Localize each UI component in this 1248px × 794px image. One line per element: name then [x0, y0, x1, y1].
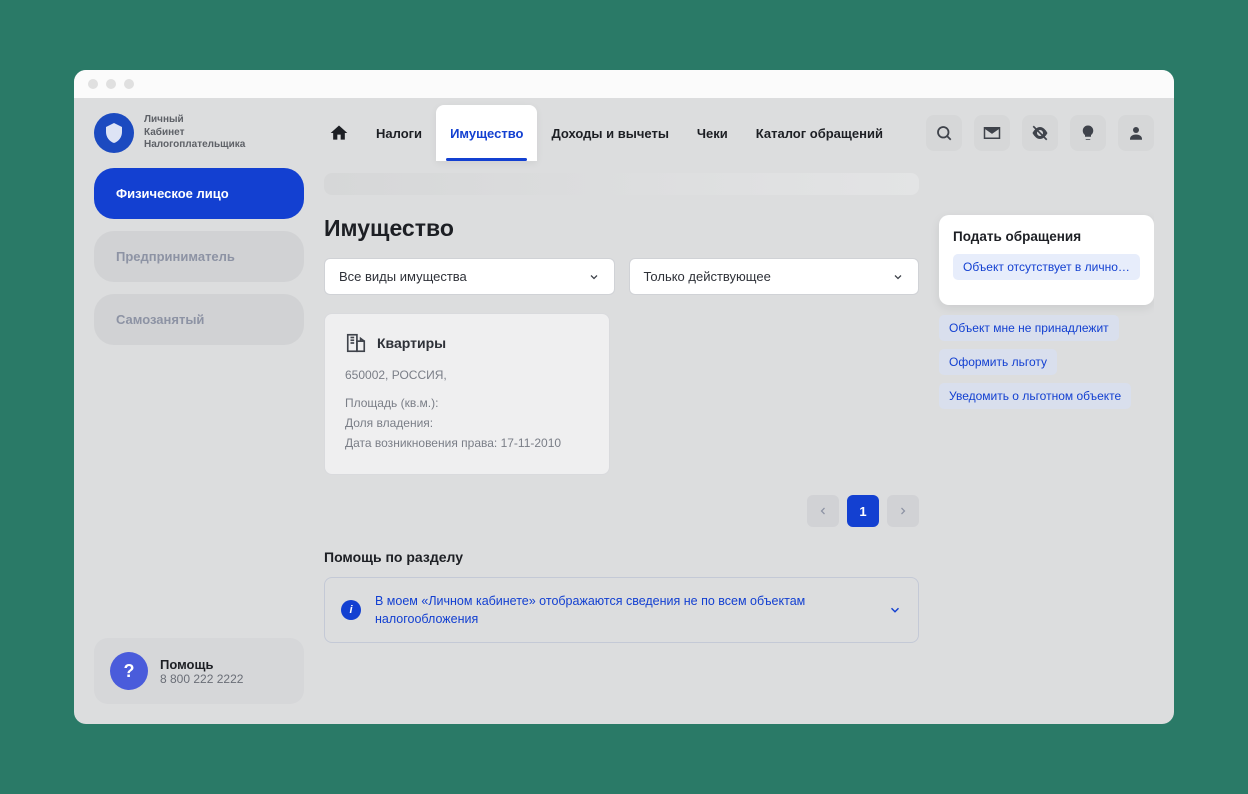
- page-prev[interactable]: [807, 495, 839, 527]
- logo-text: Личный Кабинет Налогоплательщика: [144, 114, 245, 152]
- chevron-down-icon: [588, 271, 600, 283]
- help-phone: 8 800 222 2222: [160, 672, 243, 686]
- pagination: 1: [324, 495, 919, 527]
- page-title: Имущество: [324, 215, 919, 242]
- info-icon: i: [341, 600, 361, 620]
- main-nav: Налоги Имущество Доходы и вычеты Чеки Ка…: [324, 105, 926, 161]
- filter-status-label: Только действующее: [644, 269, 771, 284]
- nav-receipts[interactable]: Чеки: [683, 105, 742, 161]
- role-entrepreneur[interactable]: Предприниматель: [94, 231, 304, 282]
- mail-icon[interactable]: [974, 115, 1010, 151]
- appeal-title: Подать обращения: [953, 229, 1140, 244]
- nav-taxes[interactable]: Налоги: [362, 105, 436, 161]
- app-window: Личный Кабинет Налогоплательщика Налоги …: [74, 70, 1174, 724]
- appeal-link-missing[interactable]: Объект отсутствует в личном ...: [953, 254, 1140, 280]
- main-column: Имущество Все виды имущества Только дейс…: [324, 168, 919, 704]
- property-date: Дата возникновения права: 17-11-2010: [345, 436, 589, 450]
- help-panel[interactable]: i В моем «Личном кабинете» отображаются …: [324, 577, 919, 643]
- filter-type[interactable]: Все виды имущества: [324, 258, 615, 295]
- app-body: Личный Кабинет Налогоплательщика Налоги …: [74, 98, 1174, 724]
- property-title: Квартиры: [377, 335, 446, 351]
- card-header: Квартиры: [345, 332, 589, 354]
- question-icon: ?: [110, 652, 148, 690]
- sidebar: Физическое лицо Предприниматель Самозаня…: [94, 168, 304, 704]
- role-selfemployed[interactable]: Самозанятый: [94, 294, 304, 345]
- appeal-link-notmine[interactable]: Объект мне не принадлежит: [939, 315, 1119, 341]
- header-actions: [926, 115, 1154, 151]
- window-controls: [74, 70, 1174, 98]
- help-info: Помощь 8 800 222 2222: [160, 657, 243, 686]
- nav-catalog[interactable]: Каталог обращений: [742, 105, 897, 161]
- filter-type-label: Все виды имущества: [339, 269, 467, 284]
- logo[interactable]: Личный Кабинет Налогоплательщика: [94, 113, 324, 153]
- search-icon[interactable]: [926, 115, 962, 151]
- page-next[interactable]: [887, 495, 919, 527]
- traffic-dot: [106, 79, 116, 89]
- nav-income[interactable]: Доходы и вычеты: [537, 105, 682, 161]
- traffic-dot: [88, 79, 98, 89]
- property-area: Площадь (кв.м.):: [345, 396, 589, 410]
- logo-line: Налогоплательщика: [144, 139, 245, 152]
- nav-property[interactable]: Имущество: [436, 105, 537, 161]
- help-section-title: Помощь по разделу: [324, 549, 919, 565]
- building-icon: [345, 332, 367, 354]
- banner-placeholder: [324, 173, 919, 195]
- visibility-icon[interactable]: [1022, 115, 1058, 151]
- appeal-links: Объект мне не принадлежит Оформить льгот…: [939, 315, 1154, 417]
- chevron-right-icon: [897, 505, 909, 517]
- emblem-icon: [94, 113, 134, 153]
- content: Имущество Все виды имущества Только дейс…: [324, 168, 1154, 704]
- logo-line: Кабинет: [144, 127, 245, 140]
- property-share: Доля владения:: [345, 416, 589, 430]
- property-address: 650002, РОССИЯ,: [345, 368, 589, 382]
- logo-line: Личный: [144, 114, 245, 127]
- appeal-link-benefit[interactable]: Оформить льготу: [939, 349, 1057, 375]
- appeal-link-notify[interactable]: Уведомить о льготном объекте: [939, 383, 1131, 409]
- chevron-left-icon: [817, 505, 829, 517]
- traffic-dot: [124, 79, 134, 89]
- appeal-card: Подать обращения Объект отсутствует в ли…: [939, 215, 1154, 305]
- right-column: Подать обращения Объект отсутствует в ли…: [939, 215, 1154, 704]
- chevron-down-icon: [888, 603, 902, 617]
- layout: Физическое лицо Предприниматель Самозаня…: [74, 168, 1174, 724]
- home-icon[interactable]: [324, 123, 354, 143]
- page-current[interactable]: 1: [847, 495, 879, 527]
- lightbulb-icon[interactable]: [1070, 115, 1106, 151]
- help-card[interactable]: ? Помощь 8 800 222 2222: [94, 638, 304, 704]
- role-individual[interactable]: Физическое лицо: [94, 168, 304, 219]
- topbar: Личный Кабинет Налогоплательщика Налоги …: [74, 98, 1174, 168]
- help-title: Помощь: [160, 657, 243, 672]
- filters: Все виды имущества Только действующее: [324, 258, 919, 295]
- property-card[interactable]: Квартиры 650002, РОССИЯ, Площадь (кв.м.)…: [324, 313, 610, 475]
- help-panel-text: В моем «Личном кабинете» отображаются св…: [375, 592, 874, 628]
- chevron-down-icon: [892, 271, 904, 283]
- user-icon[interactable]: [1118, 115, 1154, 151]
- filter-status[interactable]: Только действующее: [629, 258, 920, 295]
